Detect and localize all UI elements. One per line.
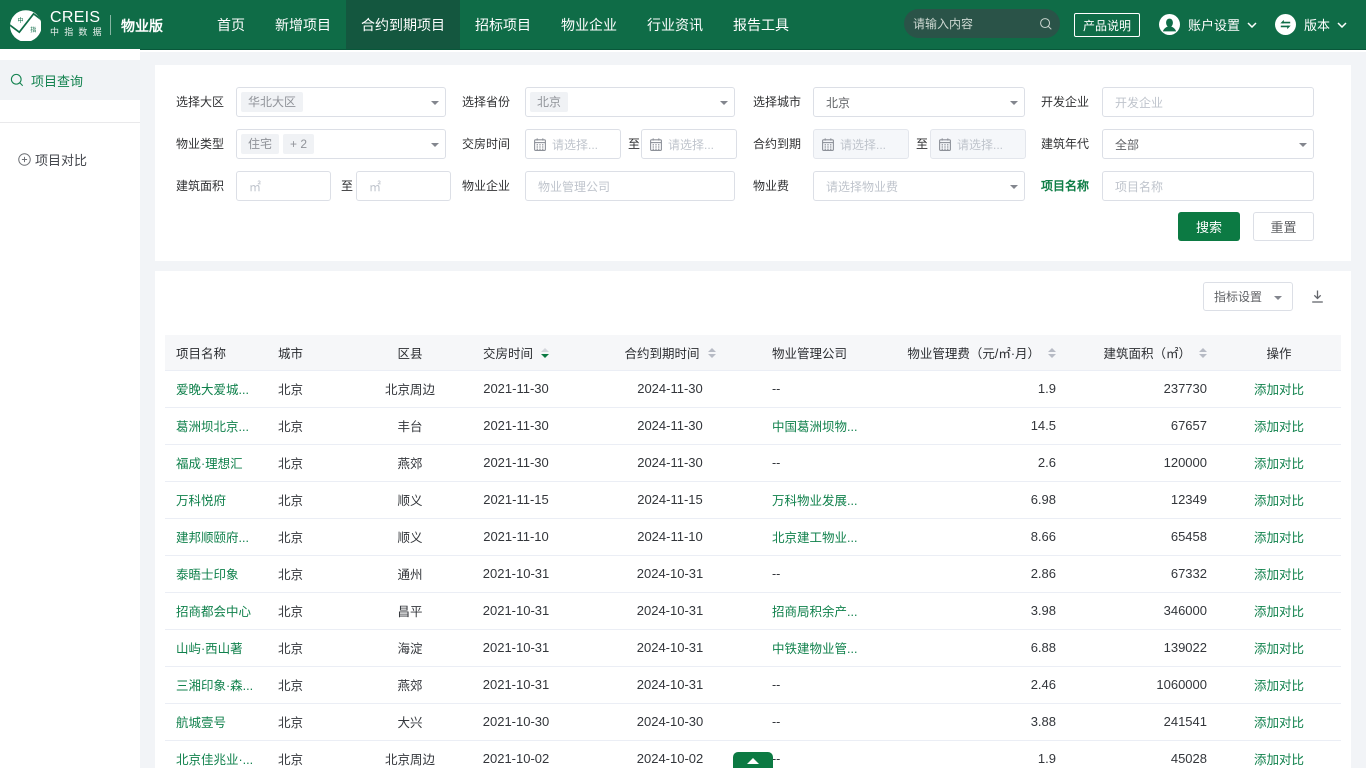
svg-text:中: 中 <box>17 17 23 25</box>
svg-text:指: 指 <box>30 26 36 34</box>
